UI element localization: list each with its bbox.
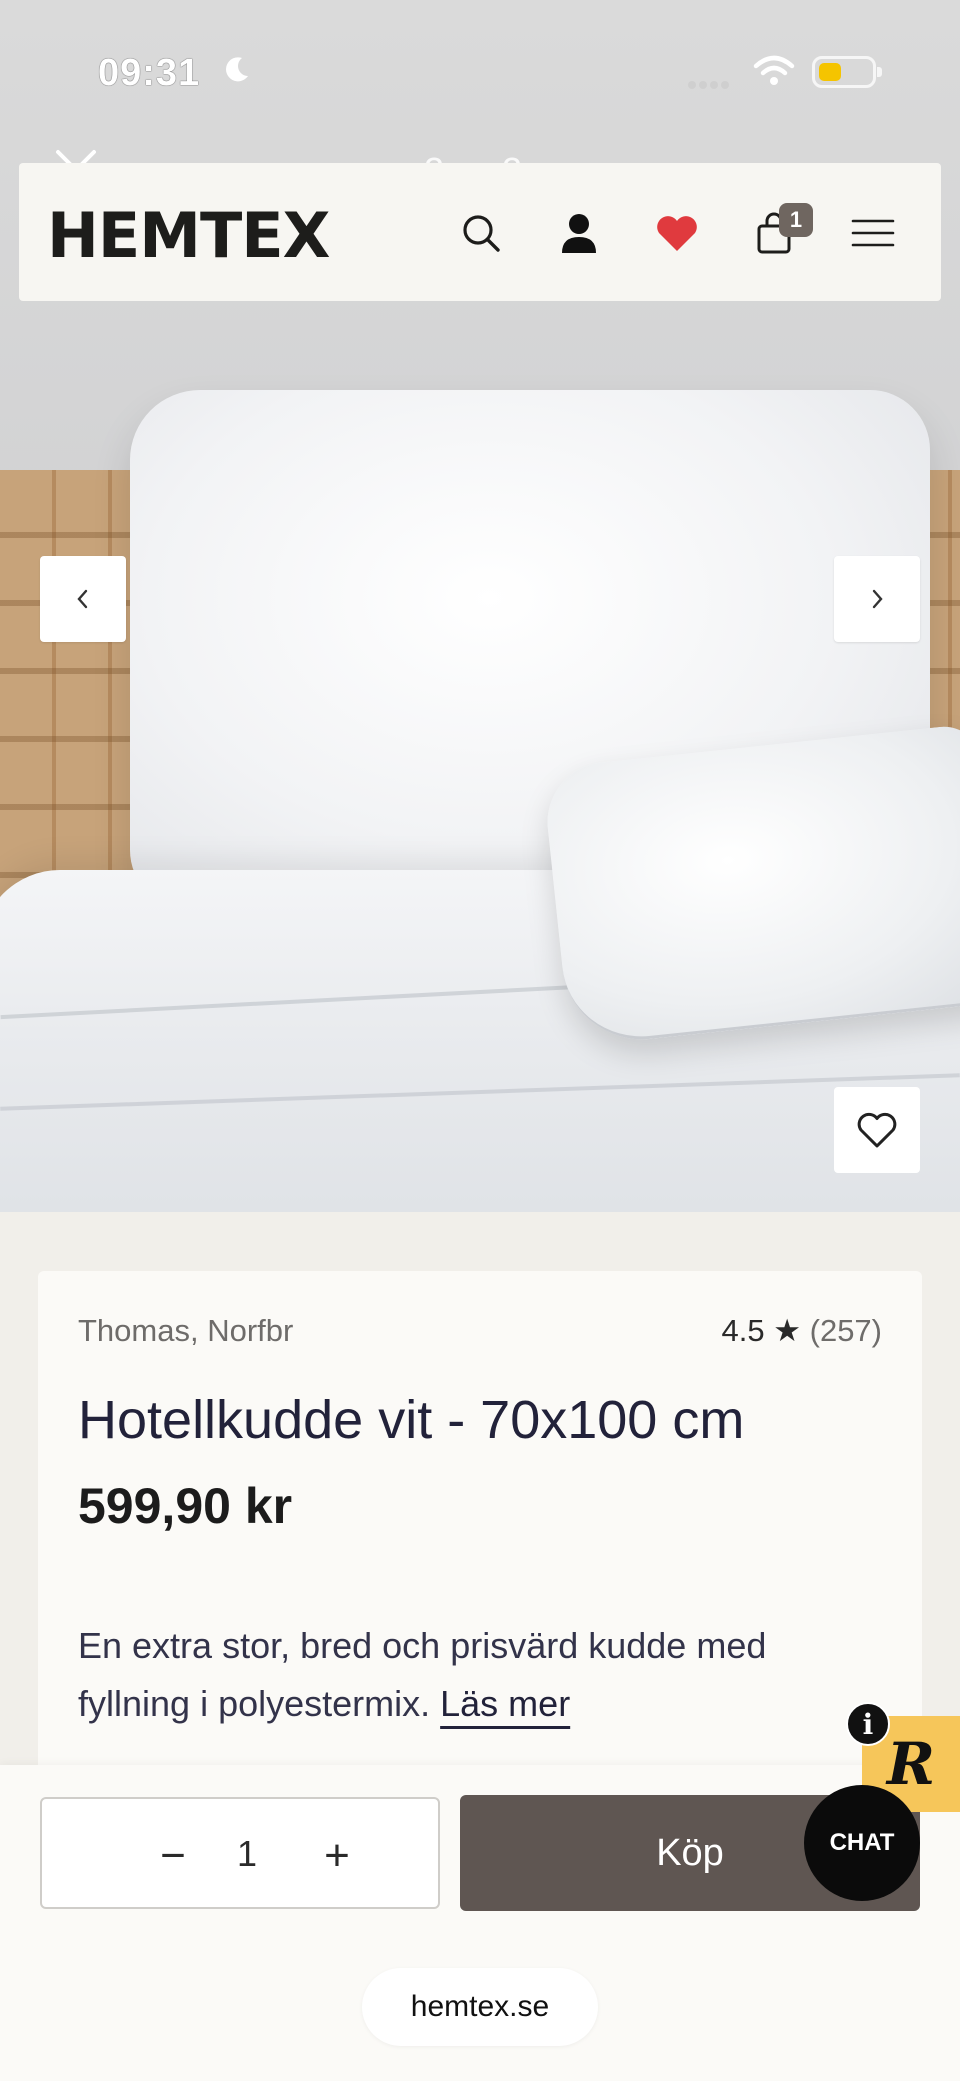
rating-value: 4.5 xyxy=(721,1313,765,1348)
wifi-icon xyxy=(753,55,795,85)
battery-icon xyxy=(812,56,882,88)
description-text: En extra stor, bred och prisvärd kudde m… xyxy=(78,1625,767,1724)
quantity-decrease-button[interactable]: − xyxy=(148,1831,198,1881)
site-header: HEMTEX 1 xyxy=(19,163,941,301)
review-count: (257) xyxy=(809,1313,882,1348)
chat-button[interactable]: CHAT xyxy=(804,1785,920,1901)
chevron-left-icon xyxy=(77,589,88,609)
quantity-value[interactable]: 1 xyxy=(227,1833,267,1875)
product-description: En extra stor, bred och prisvärd kudde m… xyxy=(78,1617,878,1733)
product-price: 599,90 kr xyxy=(78,1478,293,1534)
product-title: Hotellkudde vit - 70x100 cm xyxy=(78,1390,745,1450)
quantity-stepper: − 1 + xyxy=(40,1797,440,1909)
signal-icon xyxy=(688,76,732,94)
gallery-next-button[interactable] xyxy=(834,556,920,642)
gallery-prev-button[interactable] xyxy=(40,556,126,642)
search-button[interactable] xyxy=(451,203,511,263)
heart-icon xyxy=(657,216,697,251)
status-bar: 09:31 xyxy=(0,0,960,140)
battery-level xyxy=(819,63,841,81)
account-icon xyxy=(562,214,596,253)
wishlist-button[interactable] xyxy=(647,203,707,263)
browser-url-bar[interactable]: hemtex.se xyxy=(362,1968,598,2046)
star-icon: ★ xyxy=(773,1313,801,1348)
heart-outline-icon xyxy=(857,1112,897,1148)
product-rating[interactable]: 4.5 ★ (257) xyxy=(721,1313,882,1349)
moon-icon xyxy=(226,57,248,82)
battery-nub xyxy=(877,67,882,77)
hemtex-logo[interactable]: HEMTEX xyxy=(47,199,330,272)
image-pillow-small xyxy=(541,722,960,1048)
read-more-link[interactable]: Läs mer xyxy=(440,1683,570,1724)
cart-count-badge: 1 xyxy=(779,203,813,237)
product-brand: Thomas, Norfbr xyxy=(78,1313,294,1348)
status-time: 09:31 xyxy=(98,52,201,94)
quantity-increase-button[interactable]: + xyxy=(312,1831,362,1881)
account-button[interactable] xyxy=(549,203,609,263)
menu-icon xyxy=(851,219,895,247)
add-to-favorites-button[interactable] xyxy=(834,1087,920,1173)
menu-button[interactable] xyxy=(843,203,903,263)
chevron-right-icon xyxy=(872,589,883,609)
product-info-card: Thomas, Norfbr 4.5 ★ (257) Hotellkudde v… xyxy=(38,1271,922,1791)
search-icon xyxy=(463,215,500,252)
info-icon[interactable]: i xyxy=(846,1702,890,1746)
